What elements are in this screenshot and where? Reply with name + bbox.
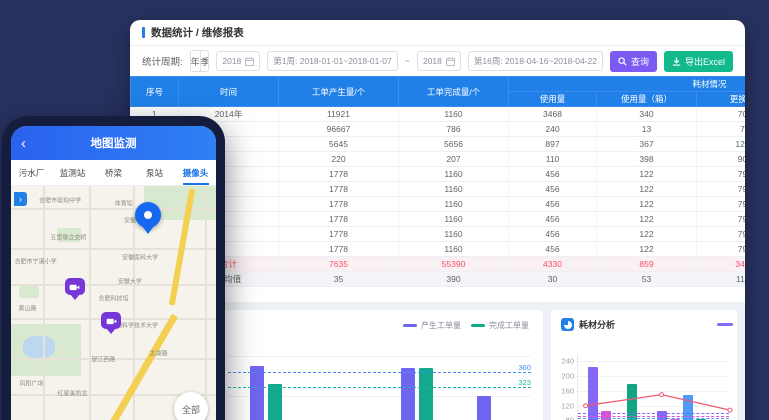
average-line: 360 [228,372,531,373]
map-road [11,248,216,250]
map-expand-button[interactable]: › [14,192,27,206]
map-label: 黄山路 [18,304,36,313]
start-year-select[interactable]: 2018 [216,51,260,71]
bar[interactable] [419,368,433,420]
search-icon [618,57,627,66]
group-header: 耗材情况 [509,77,746,92]
map-water [23,336,55,358]
export-excel-button[interactable]: 导出Excel [664,51,733,72]
map-tabbar: 污水厂监测站桥梁泵站摄像头 [11,160,216,186]
map-park [19,286,39,298]
phone-screen: ‹ 地图监测 污水厂监测站桥梁泵站摄像头 [11,126,216,420]
camera-marker-icon[interactable] [101,312,121,332]
filter-row: 统计周期: 年季月周日 2018 第1周: 2018-01-01~2018-01… [130,46,745,76]
col-header: 时间 [179,77,279,107]
period-label: 统计周期: [142,54,183,68]
y-tick: 80 [566,416,574,420]
consumable-chart-header: 耗材分析 [561,318,615,331]
breadcrumb: 数据统计 / 维修报表 [130,20,745,46]
bar[interactable] [401,368,415,420]
end-year-select[interactable]: 2018 [417,51,461,71]
tab-污水厂[interactable]: 污水厂 [11,160,52,185]
bar[interactable] [268,384,282,420]
tab-摄像头[interactable]: 摄像头 [175,160,216,185]
app-title: 地图监测 [91,135,137,151]
workorder-bar-chart: 360 323 [228,356,531,420]
map-label: 安徽大学 [118,277,142,286]
y-tick: 240 [561,357,574,366]
col-header: 工单产生量/个 [279,77,399,107]
location-pin-icon[interactable] [135,202,161,234]
download-icon [672,57,681,66]
map-label: 合肥市琥珀中学 [39,195,81,204]
bar[interactable] [477,396,491,420]
y-tick: 200 [561,372,574,381]
sub-col-header: 使用量 [509,92,597,107]
period-segmented-control: 年季月周日 [190,50,210,72]
map-label: 合肥科技馆 [98,294,128,303]
map-label: 望江西路 [91,355,115,364]
end-week-input[interactable]: 第16周: 2018-04-16~2018-04-22 [468,51,603,71]
map-label: 风阳广场 [19,379,43,388]
period-option-季[interactable]: 季 [201,51,210,71]
map-label: 五里墩立交桥 [50,233,86,242]
calendar-icon [446,57,455,66]
map-label: 太湖路 [150,348,168,357]
workorder-chart-legend: 产生工单量完成工单量 [403,320,529,331]
map-label: 合肥市宁溪小学 [15,256,57,265]
sub-col-header: 使用量（箱） [597,92,697,107]
consumable-chart-title: 耗材分析 [579,318,615,331]
consumable-legend-fragment [717,323,733,326]
map-label: 体育馆 [115,199,133,208]
bar-group [250,366,282,420]
range-separator: ~ [405,56,410,66]
start-week-input[interactable]: 第1周: 2018-01-01~2018-01-07 [267,51,397,71]
tab-泵站[interactable]: 泵站 [134,160,175,185]
map-label: 红星美凯龙 [57,389,87,398]
trend-line [578,354,730,420]
tab-桥梁[interactable]: 桥梁 [93,160,134,185]
phone-mockup: ‹ 地图监测 污水厂监测站桥梁泵站摄像头 [2,116,225,420]
col-header: 工单完成量/个 [399,77,509,107]
bar[interactable] [250,366,264,420]
map-road [11,284,216,286]
dashboard-stage: 数据统计 / 维修报表 统计周期: 年季月周日 2018 第1周: 2018-0… [0,0,769,420]
y-tick: 160 [561,386,574,395]
map-view[interactable]: › 全部 合肥市琥珀中学体育馆安徽农业大学五里墩立交桥安徽医科大学合肥市宁溪小学… [11,186,216,420]
camera-marker-icon[interactable] [65,278,85,298]
map-label: 安徽医科大学 [122,253,158,262]
tab-监测站[interactable]: 监测站 [52,160,93,185]
query-button[interactable]: 查询 [610,51,657,72]
app-header: ‹ 地图监测 [11,126,216,160]
table-row[interactable]: 12014年119211160346834070250 [131,107,746,122]
bar-group [401,368,433,420]
calendar-icon [245,57,254,66]
sub-col-header: 更换量 [697,92,746,107]
map-road [205,186,207,420]
map-all-button[interactable]: 全部 [174,392,208,420]
average-line: 323 [228,387,531,388]
consumable-bar-chart: 2402001601208040 [577,354,729,420]
chart-icon [561,318,574,331]
breadcrumb-accent [142,27,145,38]
legend-item[interactable]: 完成工单量 [471,320,529,331]
map-road [89,186,91,420]
consumable-chart-card: 耗材分析 2402001601208040 [551,310,737,420]
legend-item[interactable]: 产生工单量 [403,320,461,331]
bar-group [477,396,509,420]
y-tick: 120 [561,401,574,410]
breadcrumb-text: 数据统计 / 维修报表 [151,25,244,40]
period-option-年[interactable]: 年 [191,51,201,71]
col-header: 序号 [131,77,179,107]
back-icon[interactable]: ‹ [21,136,26,151]
